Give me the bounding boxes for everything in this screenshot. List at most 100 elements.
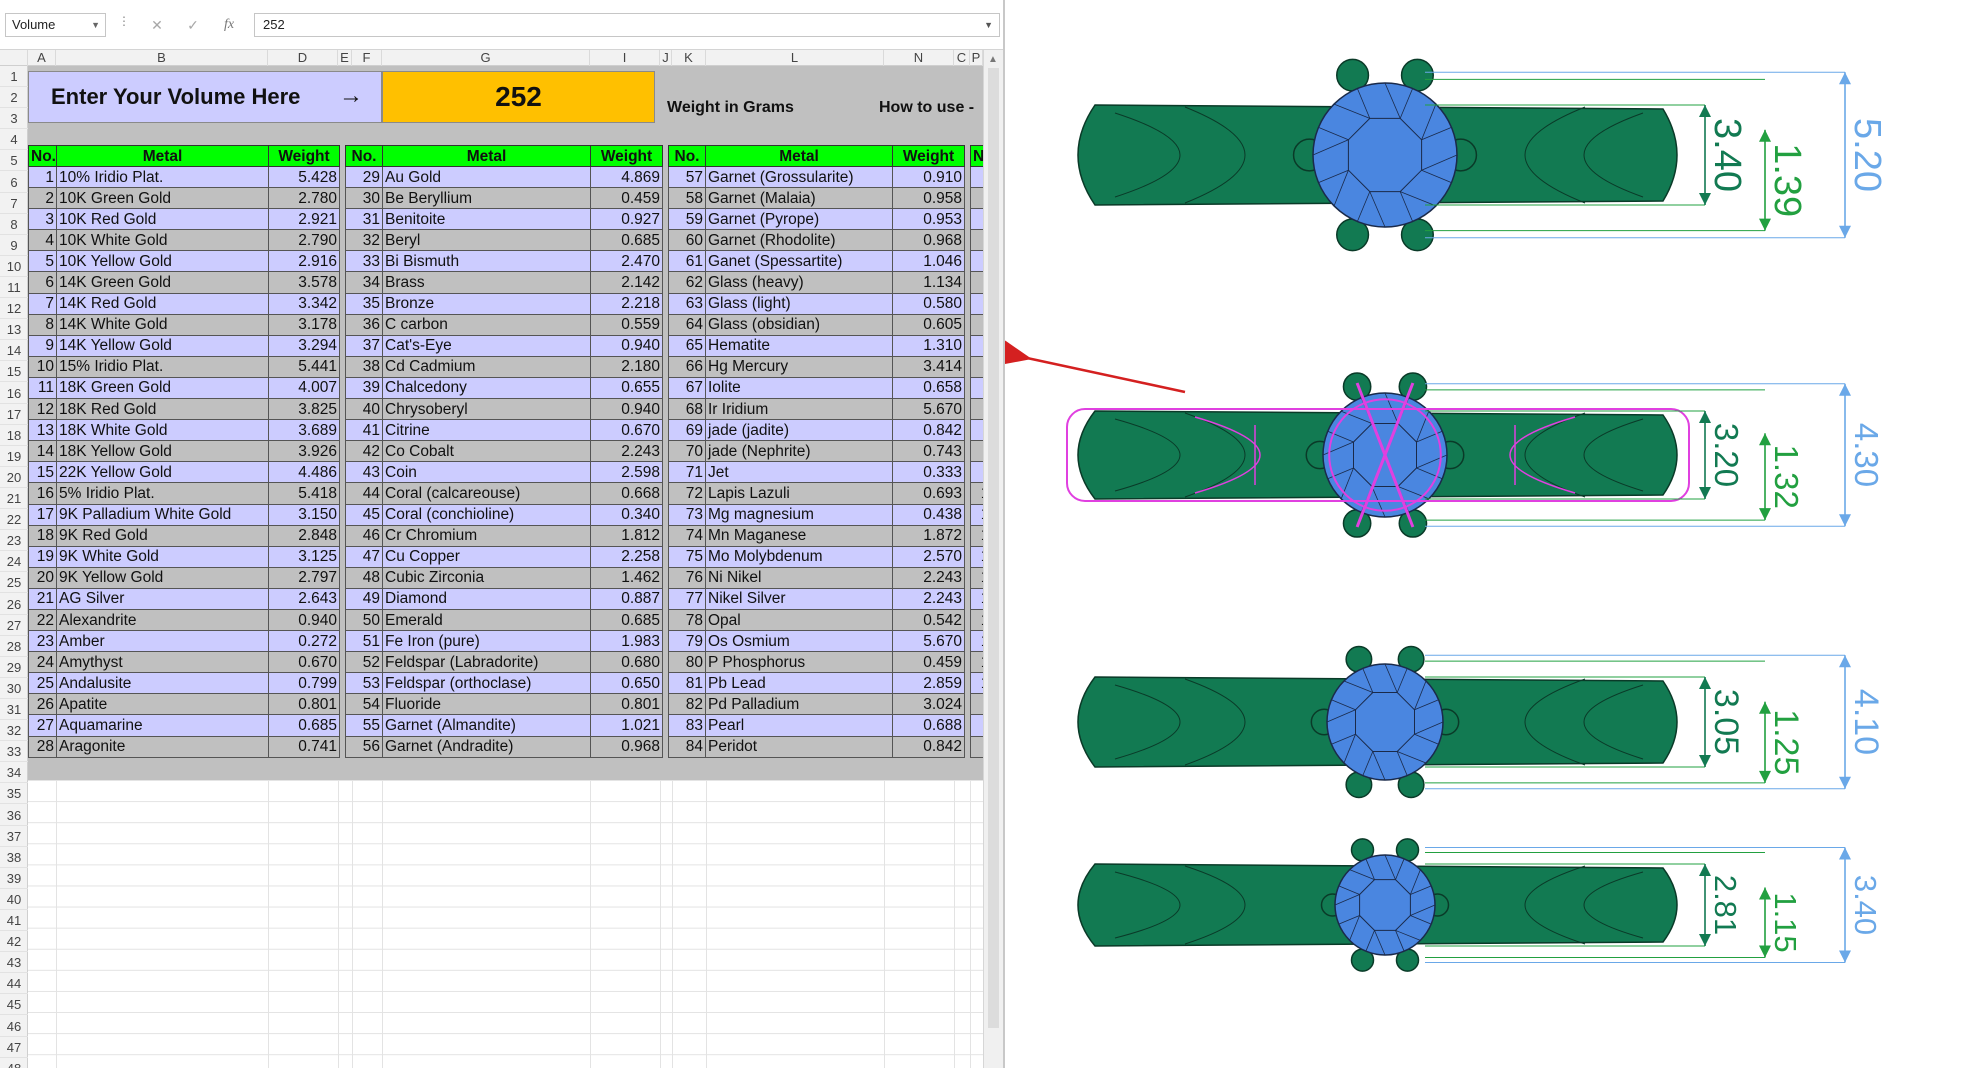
worksheet[interactable]: Enter Your Volume Here → 252 Weight in G… [28, 66, 983, 1068]
ring-view[interactable]: 3.05 1.25 4.10 [1077, 645, 1885, 799]
row-header[interactable]: 21 [0, 488, 28, 509]
metal-number-cell[interactable]: 9 [970, 271, 983, 294]
metal-weight-cell[interactable]: 0.799 [268, 672, 340, 695]
metal-number-cell[interactable]: 16 [28, 482, 57, 505]
metal-weight-cell[interactable]: 3.178 [268, 313, 340, 336]
metal-weight-cell[interactable]: 1.021 [590, 714, 663, 737]
metal-name-cell[interactable]: 5% Iridio Plat. [56, 482, 269, 505]
formula-input[interactable]: 252 ▼ [254, 13, 1000, 37]
metal-name-cell[interactable]: 18K Yellow Gold [56, 440, 269, 463]
metal-number-cell[interactable]: 9 [970, 313, 983, 336]
metal-name-cell[interactable]: jade (Nephrite) [705, 440, 893, 463]
row-header[interactable]: 30 [0, 678, 28, 699]
row-header[interactable]: 11 [0, 277, 28, 298]
vertical-scrollbar[interactable]: ▲ [983, 50, 1003, 1068]
metal-weight-cell[interactable]: 4.007 [268, 376, 340, 400]
metal-number-cell[interactable]: 55 [345, 714, 383, 737]
metal-number-cell[interactable]: 56 [345, 735, 383, 758]
metal-weight-cell[interactable]: 2.570 [892, 545, 965, 568]
metal-weight-cell[interactable]: 0.968 [892, 229, 965, 252]
metal-weight-cell[interactable]: 3.024 [892, 693, 965, 716]
metal-name-cell[interactable]: Cu Copper [382, 545, 591, 568]
metal-name-cell[interactable]: Cat's-Eye [382, 334, 591, 357]
metal-weight-cell[interactable]: 1.872 [892, 524, 965, 547]
metal-name-cell[interactable]: Garnet (Andradite) [382, 735, 591, 758]
metal-number-cell[interactable]: 81 [668, 672, 706, 695]
col-no-header[interactable]: No. [345, 145, 383, 167]
row-header[interactable]: 23 [0, 530, 28, 552]
metal-name-cell[interactable]: 15% Iridio Plat. [56, 355, 269, 378]
metal-name-cell[interactable]: 10K Red Gold [56, 208, 269, 231]
metal-name-cell[interactable]: Feldspar (Labradorite) [382, 651, 591, 674]
metal-name-cell[interactable]: Garnet (Pyrope) [705, 208, 893, 231]
metal-name-cell[interactable]: Coral (calcareouse) [382, 482, 591, 505]
metal-name-cell[interactable]: Coral (conchioline) [382, 503, 591, 526]
metal-name-cell[interactable]: Chrysoberyl [382, 398, 591, 421]
metal-number-cell[interactable]: 26 [28, 693, 57, 716]
metal-name-cell[interactable]: Bronze [382, 292, 591, 315]
metal-number-cell[interactable]: 8 [970, 165, 983, 189]
metal-name-cell[interactable]: Garnet (Almandite) [382, 714, 591, 737]
metal-number-cell[interactable]: 66 [668, 355, 706, 378]
metal-weight-cell[interactable]: 1.983 [590, 630, 663, 653]
row-header[interactable]: 9 [0, 235, 28, 256]
metal-number-cell[interactable]: 10 [970, 503, 983, 526]
col-metal-header[interactable]: Metal [705, 145, 893, 167]
metal-weight-cell[interactable]: 0.842 [892, 735, 965, 758]
metal-weight-cell[interactable]: 0.927 [590, 208, 663, 231]
column-header[interactable]: P [970, 50, 983, 66]
metal-weight-cell[interactable]: 5.670 [892, 398, 965, 421]
name-box[interactable]: Volume ▼ [5, 13, 106, 37]
metal-number-cell[interactable]: 52 [345, 651, 383, 674]
formula-expand-icon[interactable]: ▼ [984, 14, 993, 36]
metal-weight-cell[interactable]: 0.668 [590, 482, 663, 505]
metal-name-cell[interactable]: Au Gold [382, 165, 591, 189]
metal-name-cell[interactable]: 10K Green Gold [56, 187, 269, 210]
metal-number-cell[interactable]: 40 [345, 398, 383, 421]
metal-name-cell[interactable]: Opal [705, 608, 893, 632]
col-weight-header[interactable]: Weight [268, 145, 340, 167]
metal-number-cell[interactable]: 36 [345, 313, 383, 336]
metal-number-cell[interactable]: 9 [970, 419, 983, 442]
metal-name-cell[interactable]: Lapis Lazuli [705, 482, 893, 505]
metal-name-cell[interactable]: 10K White Gold [56, 229, 269, 252]
metal-weight-cell[interactable]: 0.940 [590, 398, 663, 421]
metal-number-cell[interactable]: 9 [970, 376, 983, 400]
metal-name-cell[interactable]: Andalusite [56, 672, 269, 695]
row-header[interactable]: 38 [0, 847, 28, 868]
metal-weight-cell[interactable]: 3.414 [892, 355, 965, 378]
metal-number-cell[interactable]: 78 [668, 608, 706, 632]
metal-weight-cell[interactable]: 1.812 [590, 524, 663, 547]
row-header[interactable]: 27 [0, 615, 28, 636]
metal-name-cell[interactable]: Pb Lead [705, 672, 893, 695]
metal-name-cell[interactable]: Citrine [382, 419, 591, 442]
metal-number-cell[interactable]: 28 [28, 735, 57, 758]
metal-number-cell[interactable]: 10 [970, 651, 983, 674]
metal-name-cell[interactable]: Coin [382, 461, 591, 484]
metal-weight-cell[interactable]: 5.428 [268, 165, 340, 189]
metal-number-cell[interactable]: 37 [345, 334, 383, 357]
metal-number-cell[interactable]: 35 [345, 292, 383, 315]
row-header[interactable]: 31 [0, 699, 28, 720]
metal-weight-cell[interactable]: 0.670 [268, 651, 340, 674]
metal-name-cell[interactable]: Aquamarine [56, 714, 269, 737]
metal-number-cell[interactable]: 9 [970, 292, 983, 315]
row-header[interactable]: 14 [0, 340, 28, 362]
row-header[interactable]: 43 [0, 952, 28, 974]
metal-weight-cell[interactable]: 0.559 [590, 313, 663, 336]
metal-name-cell[interactable]: 9K Red Gold [56, 524, 269, 547]
metal-number-cell[interactable]: 10 [970, 545, 983, 568]
col-weight-header[interactable]: Weight [892, 145, 965, 167]
metal-number-cell[interactable]: 11 [970, 714, 983, 737]
metal-weight-cell[interactable]: 5.441 [268, 355, 340, 378]
metal-weight-cell[interactable]: 0.685 [590, 608, 663, 632]
row-header[interactable]: 10 [0, 256, 28, 277]
metal-weight-cell[interactable]: 0.968 [590, 735, 663, 758]
row-header[interactable]: 40 [0, 889, 28, 910]
metal-name-cell[interactable]: Jet [705, 461, 893, 484]
metal-name-cell[interactable]: Glass (light) [705, 292, 893, 315]
metal-number-cell[interactable]: 15 [28, 461, 57, 484]
metal-weight-cell[interactable]: 1.310 [892, 334, 965, 357]
metal-number-cell[interactable]: 54 [345, 693, 383, 716]
insert-function-icon[interactable]: fx [214, 13, 244, 37]
